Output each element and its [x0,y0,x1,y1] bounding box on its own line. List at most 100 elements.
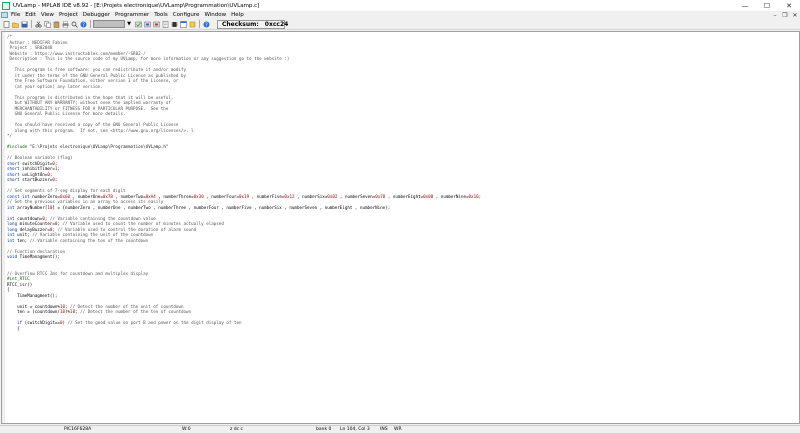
code-token: // Set segments of 7-seg display for eac… [7,188,126,193]
mplab-app-icon [2,1,10,10]
code-token: 0x7B [102,193,113,199]
editor-gutter [2,32,5,423]
code-token: int [7,215,15,221]
paste-icon[interactable] [52,20,60,28]
minimize-button[interactable]: — [734,0,756,11]
make-icon[interactable] [143,20,151,28]
chevron-down-icon[interactable]: ▼ [126,20,132,28]
code-token: This program is free software: you can r… [7,67,186,72]
code-token: switchDigit= [19,160,53,166]
project-icon[interactable] [161,20,169,28]
copy-icon[interactable] [43,20,51,28]
code-token: // Variable containing the ten of the co… [29,237,149,243]
open-folder-icon[interactable] [11,20,19,28]
menu-edit[interactable]: Edit [25,12,36,18]
code-token: short [7,166,20,171]
code-token: // Detect the number of the ten of count… [80,309,192,314]
menu-programmer[interactable]: Programmer [115,12,149,18]
menu-window[interactable]: Window [204,12,226,18]
code-token: TimeManagment(); [7,292,58,298]
code-token: 0x10 [468,193,479,199]
title-bar: UVLamp - MPLAB IDE v8.92 - [E:\Projets e… [0,0,800,11]
code-token: TimeManagment(); [17,254,60,259]
code-token: #include [7,144,30,149]
status-write-mode: WR [394,427,402,432]
close-button[interactable]: ✕ [778,0,800,11]
status-cursor-position: Ln 104, Col 3 [340,427,370,432]
code-token: // Boolean variable (flag) [7,155,73,160]
menu-debugger[interactable]: Debugger [83,12,110,18]
code-token: // Function declaration [7,248,65,254]
code-token: 0x30 [193,193,204,199]
code-token: 0x60 [59,193,71,199]
svg-text:?: ? [82,22,85,28]
program-device-icon[interactable] [170,20,178,28]
code-token: , numberThree= [155,193,194,199]
settings-icon[interactable] [188,20,196,28]
build-configuration-select[interactable] [93,20,125,28]
document-icon[interactable] [1,12,8,18]
menu-configure[interactable]: Configure [173,12,200,18]
code-token: RTCC_isr() [7,281,33,287]
rebuild-icon[interactable] [152,20,160,28]
find-icon[interactable] [70,20,78,28]
code-token: long [7,226,18,232]
print-icon[interactable] [61,20,69,28]
maximize-button[interactable]: ☐ [756,0,778,11]
menu-tools[interactable]: Tools [154,12,168,18]
code-token: /* [7,34,13,39]
code-token: long [7,221,18,226]
cut-icon[interactable] [34,20,42,28]
doc-restore-button[interactable]: ❐ [780,12,790,19]
checksum-label: Checksum: [222,20,259,28]
code-token: 0x02 [327,193,338,199]
code-token: , numberNine= [433,193,469,199]
document-window-controls: – ❐ ✕ [770,12,800,19]
build-icon[interactable] [134,20,142,28]
window-controls: — ☐ ✕ [734,0,800,11]
code-token: , numberOne= [70,193,103,199]
help-icon[interactable]: ? [79,20,87,28]
code-token: arrayNumber[ [14,204,48,210]
code-token: 0x19 [239,193,250,199]
code-token: startBuzzer= [19,177,53,182]
code-token: Author : NEDIFAR Fabien [7,39,68,45]
new-file-icon[interactable] [2,20,10,28]
code-token: // Variable containing the unit of the c… [32,232,154,237]
code-token: (at your option) any later version. [7,83,103,89]
code-token: uvLightOn= [19,171,48,177]
code-token: Description : This is the source code of… [7,56,290,61]
status-device: PIC16F628A [64,427,92,432]
status-insert-mode: INS [380,427,388,432]
menu-file[interactable]: File [11,12,20,18]
status-w-register: W:0 [182,427,191,432]
code-token: // Set the good value on port B and powe… [67,320,242,325]
menu-project[interactable]: Project [59,12,78,18]
doc-minimize-button[interactable]: – [770,12,780,19]
toolbar-separator [199,20,200,28]
window-title: UVLamp - MPLAB IDE v8.92 - [E:\Projets e… [13,2,260,9]
code-editor[interactable]: /* Author : NEDIFAR Fabien Project : SR0… [1,31,800,424]
source-code[interactable]: /* Author : NEDIFAR Fabien Project : SR0… [7,34,797,331]
menu-view[interactable]: View [41,12,54,18]
code-token: // Set the previous variables in an arra… [7,199,164,204]
output-icon[interactable] [179,20,187,28]
toolbar-separator [90,20,91,28]
menu-help[interactable]: Help [231,12,244,18]
code-token: , numberSix= [294,193,328,199]
debug-info-icon[interactable]: ? [202,20,210,28]
save-icon[interactable] [20,20,28,28]
code-token: "E:\Projets electronique\UVLamp\Programm… [29,144,169,149]
code-token: , numberEight= [385,193,424,199]
code-token: int [7,232,15,237]
status-flags: z dc c [230,427,244,432]
code-token: Project : SR02048 [7,45,53,50]
doc-close-button[interactable]: ✕ [790,12,800,19]
code-token: unit = countdown% [7,303,60,309]
code-token: , numberSeven= [337,193,376,199]
code-token: it under the terms of the GNU General Pu… [7,72,186,78]
code-token: 0xA4 [145,193,156,199]
code-token: ; [57,166,60,171]
code-line[interactable]: { [7,326,797,332]
